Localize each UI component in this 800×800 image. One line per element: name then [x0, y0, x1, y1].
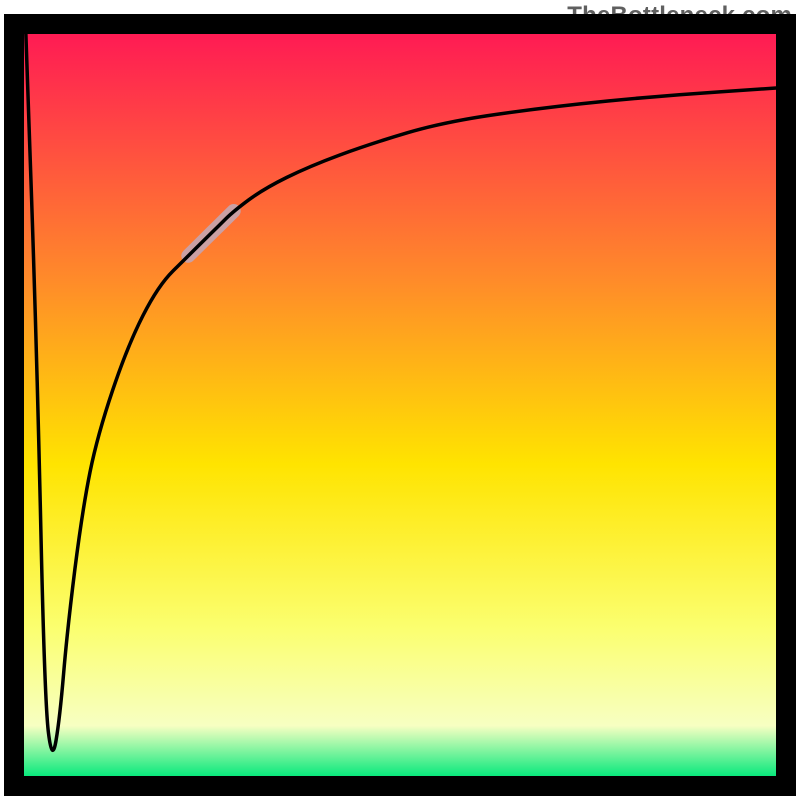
plot-background	[22, 32, 778, 778]
chart-container: TheBottleneck.com	[0, 0, 800, 800]
bottleneck-chart	[0, 0, 800, 800]
